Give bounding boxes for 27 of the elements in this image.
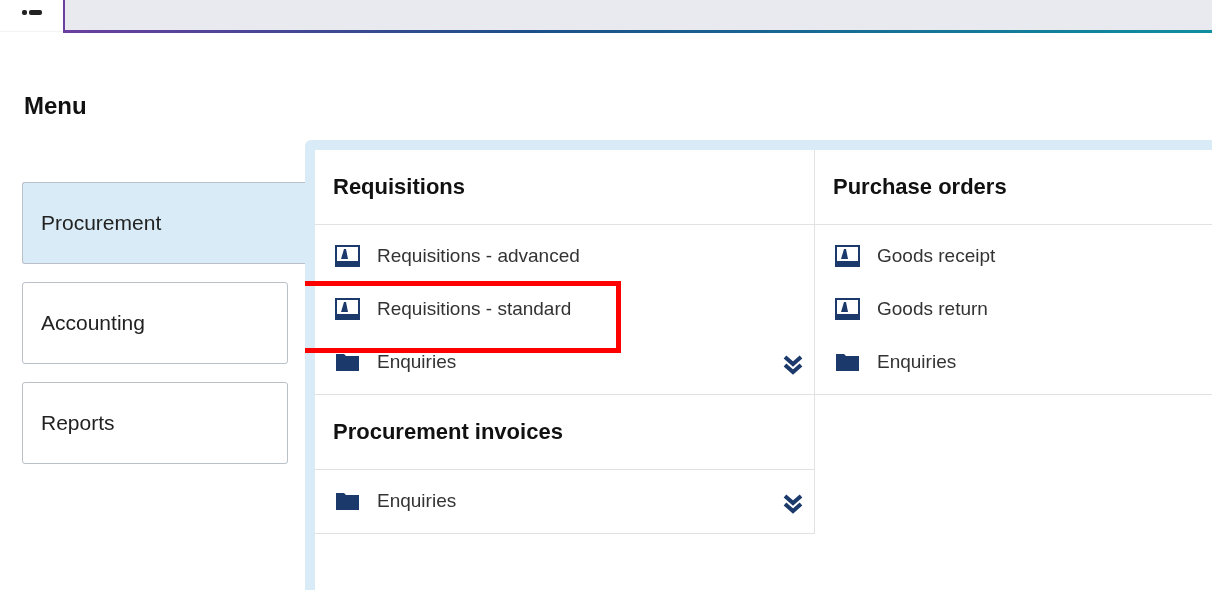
screen-icon <box>335 297 360 320</box>
category-tab[interactable]: Procurement <box>22 182 305 264</box>
folder-icon <box>335 351 360 372</box>
double-chevron-icon <box>782 354 804 376</box>
menu-item[interactable]: Enquiries <box>315 335 814 388</box>
menu-item[interactable]: Requisitions - advanced <box>315 229 814 282</box>
menu-title: Menu <box>24 92 88 120</box>
folder-icon <box>335 490 360 511</box>
category-tab[interactable]: Reports <box>22 382 288 464</box>
screen-icon <box>835 297 860 320</box>
double-chevron-icon <box>782 493 804 515</box>
search-field[interactable] <box>63 0 1212 33</box>
menu-item[interactable]: Goods receipt <box>815 229 1212 282</box>
screen-icon <box>835 244 860 267</box>
section-title: Procurement invoices <box>315 395 814 470</box>
menu-item[interactable]: Enquiries <box>815 335 1212 388</box>
menu-icon[interactable] <box>21 10 42 16</box>
screen-icon <box>335 244 360 267</box>
section-title: Purchase orders <box>815 150 1212 225</box>
folder-icon <box>835 351 860 372</box>
menu-item[interactable]: Requisitions - standard <box>315 282 814 335</box>
category-tab[interactable]: Accounting <box>22 282 288 364</box>
expand-button[interactable] <box>782 493 804 515</box>
menu-item[interactable]: Goods return <box>815 282 1212 335</box>
section-title: Requisitions <box>315 150 814 225</box>
expand-button[interactable] <box>782 354 804 376</box>
menu-item[interactable]: Enquiries <box>315 474 814 527</box>
